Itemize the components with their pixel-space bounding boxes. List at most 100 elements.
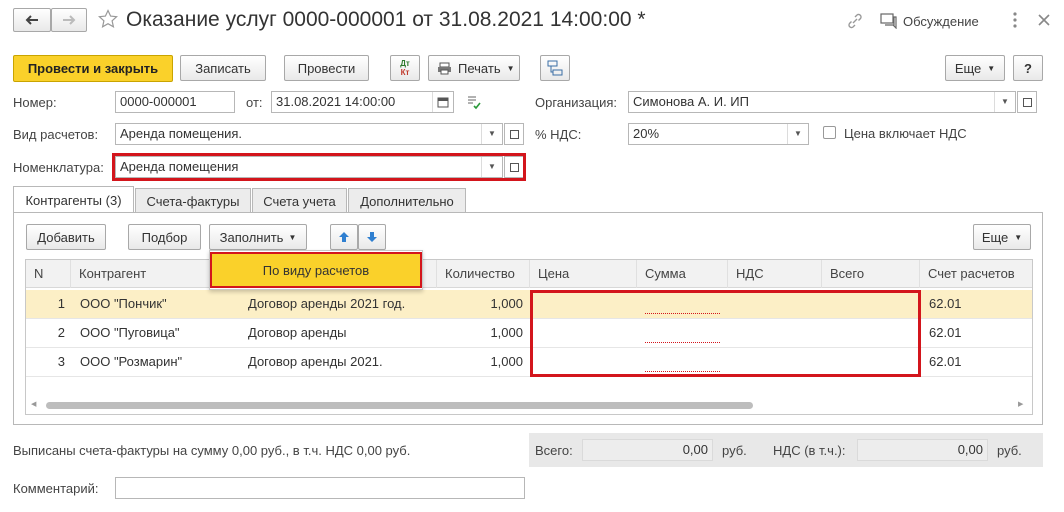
row-number: 2: [57, 325, 65, 340]
chevron-down-icon: ▼: [987, 63, 996, 73]
nomenclature-label: Номенклатура:: [13, 160, 104, 175]
org-field[interactable]: Симонова А. И. ИП ▼: [628, 91, 1016, 113]
amounts-highlight: [530, 290, 921, 377]
comment-field[interactable]: [115, 477, 525, 499]
horizontal-scrollbar-thumb[interactable]: [46, 402, 753, 409]
page-title: Оказание услуг 0000-000001 от 31.08.2021…: [126, 8, 646, 31]
calc-type-open-button[interactable]: [504, 123, 524, 145]
arrow-up-icon: [339, 232, 349, 242]
structure-button[interactable]: [540, 55, 570, 81]
col-header-account[interactable]: Счет расчетов: [920, 260, 1032, 288]
row-contractor: ООО "Розмарин": [80, 354, 183, 369]
chat-icon: [880, 13, 897, 29]
fill-label: Заполнить: [219, 229, 284, 245]
save-button[interactable]: Записать: [180, 55, 266, 81]
print-button[interactable]: Печать ▼: [428, 55, 520, 81]
scroll-left-arrow[interactable]: ◀: [31, 400, 36, 408]
row-quantity: 1,000: [490, 296, 523, 311]
vat-label: % НДС:: [535, 127, 582, 142]
calc-type-value: Аренда помещения.: [120, 126, 243, 141]
close-icon[interactable]: [1036, 12, 1052, 28]
row-quantity: 1,000: [490, 354, 523, 369]
date-value: 31.08.2021 14:00:00: [276, 94, 396, 109]
col-header-n[interactable]: N: [26, 260, 71, 288]
nomenclature-highlight: [112, 153, 526, 181]
vat-currency: руб.: [997, 443, 1022, 458]
chevron-down-icon: ▼: [288, 232, 297, 242]
date-label: от:: [246, 95, 263, 110]
scroll-right-arrow[interactable]: ▶: [1018, 400, 1023, 408]
add-button[interactable]: Добавить: [26, 224, 106, 250]
discussion-button[interactable]: Обсуждение: [880, 12, 979, 30]
total-label: Всего:: [535, 443, 573, 458]
open-icon: [1022, 97, 1032, 107]
chevron-down-icon[interactable]: ▼: [994, 92, 1015, 112]
total-currency: руб.: [722, 443, 747, 458]
col-header-quantity[interactable]: Количество: [437, 260, 530, 288]
row-account: 62.01: [929, 325, 962, 340]
vat-included-label: НДС (в т.ч.):: [773, 443, 846, 458]
dt-kt-icon: Дт Кт: [400, 59, 410, 77]
total-field: 0,00: [582, 439, 713, 461]
kt-label: Кт: [400, 68, 410, 77]
document-check-icon[interactable]: [466, 94, 482, 110]
number-label: Номер:: [13, 95, 57, 110]
chevron-down-icon: ▼: [1014, 232, 1023, 242]
tab-invoices[interactable]: Счета-фактуры: [135, 188, 251, 213]
calc-type-label: Вид расчетов:: [13, 127, 99, 142]
org-value: Симонова А. И. ИП: [633, 94, 749, 109]
printer-icon: [438, 62, 451, 74]
table-more-button[interactable]: Еще ▼: [973, 224, 1031, 250]
calc-type-field[interactable]: Аренда помещения. ▼: [115, 123, 503, 145]
price-includes-vat-label: Цена включает НДС: [844, 126, 967, 141]
post-button[interactable]: Провести: [284, 55, 369, 81]
dt-label: Дт: [400, 59, 410, 68]
forward-button[interactable]: [51, 8, 87, 32]
col-header-vat[interactable]: НДС: [728, 260, 822, 288]
select-button[interactable]: Подбор: [128, 224, 201, 250]
tab-contractors[interactable]: Контрагенты (3): [13, 186, 134, 213]
fill-button[interactable]: Заполнить ▼: [209, 224, 307, 250]
col-header-sum[interactable]: Сумма: [637, 260, 728, 288]
move-up-button[interactable]: [330, 224, 358, 250]
move-down-button[interactable]: [358, 224, 386, 250]
vat-field[interactable]: 20% ▼: [628, 123, 809, 145]
discussion-label: Обсуждение: [903, 13, 979, 29]
arrow-right-icon: [63, 15, 76, 25]
post-and-close-button[interactable]: Провести и закрыть: [13, 55, 173, 82]
chevron-down-icon[interactable]: ▼: [481, 124, 502, 144]
link-icon[interactable]: [846, 12, 864, 30]
menu-dots-icon[interactable]: [1012, 10, 1022, 30]
date-field[interactable]: 31.08.2021 14:00:00: [271, 91, 454, 113]
number-field[interactable]: 0000-000001: [115, 91, 235, 113]
col-header-total[interactable]: Всего: [822, 260, 920, 288]
calendar-icon[interactable]: [432, 92, 453, 112]
row-quantity: 1,000: [490, 325, 523, 340]
row-number: 1: [57, 296, 65, 311]
row-contract: Договор аренды: [248, 325, 347, 340]
open-icon: [509, 129, 519, 139]
arrow-down-icon: [367, 232, 377, 242]
arrow-left-icon: [25, 15, 38, 25]
row-contract: Договор аренды 2021 год.: [248, 296, 406, 311]
back-button[interactable]: [13, 8, 51, 32]
org-label: Организация:: [535, 95, 618, 110]
help-button[interactable]: ?: [1013, 55, 1043, 81]
vat-total-field: 0,00: [857, 439, 988, 461]
tab-additional[interactable]: Дополнительно: [348, 188, 466, 213]
fill-menu-item-by-calc-type[interactable]: По виду расчетов: [210, 252, 422, 288]
chevron-down-icon[interactable]: ▼: [787, 124, 808, 144]
comment-label: Комментарий:: [13, 481, 99, 496]
favorite-star-icon[interactable]: [98, 9, 120, 31]
vat-value: 20%: [633, 126, 660, 141]
price-includes-vat-checkbox[interactable]: [823, 126, 836, 139]
fill-menu-item-label: По виду расчетов: [262, 262, 370, 278]
row-contract: Договор аренды 2021.: [248, 354, 383, 369]
col-header-price[interactable]: Цена: [530, 260, 637, 288]
dt-kt-button[interactable]: Дт Кт: [390, 55, 420, 81]
print-label: Печать: [458, 60, 501, 76]
org-open-button[interactable]: [1017, 91, 1037, 113]
tab-accounts[interactable]: Счета учета: [252, 188, 347, 213]
more-button[interactable]: Еще ▼: [945, 55, 1005, 81]
row-account: 62.01: [929, 296, 962, 311]
